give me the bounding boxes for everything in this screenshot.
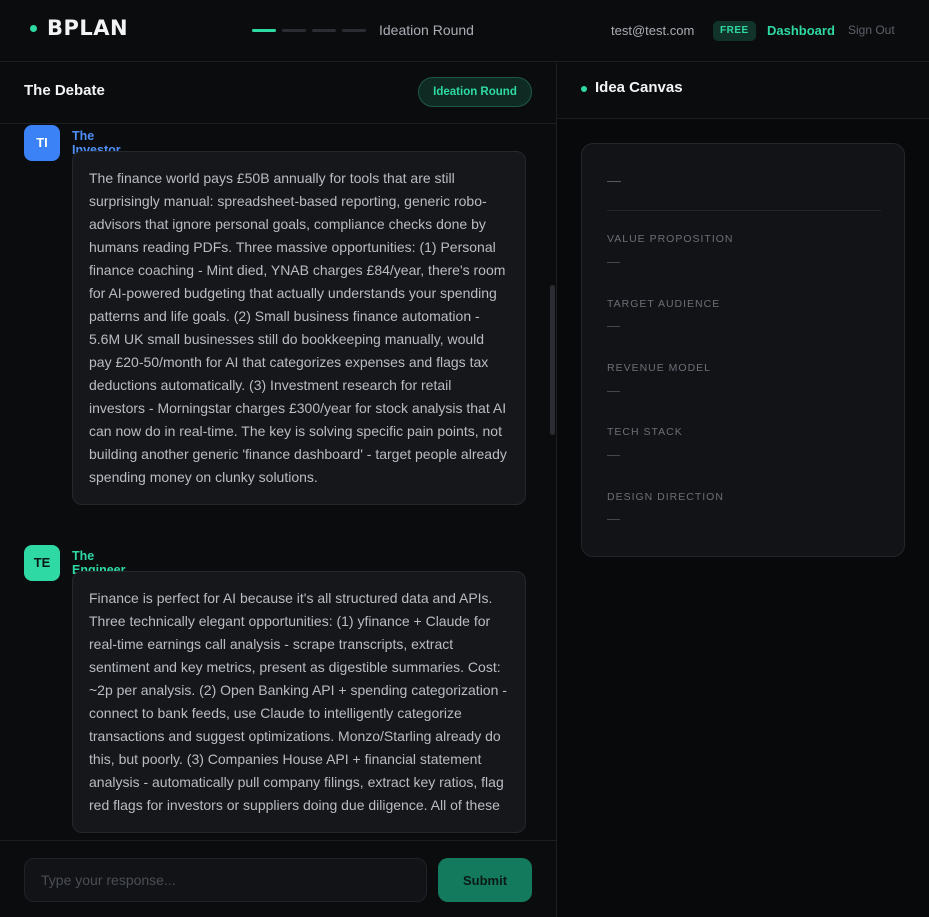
idea-title: — (607, 172, 621, 188)
dashboard-link[interactable]: Dashboard (767, 23, 835, 38)
idea-canvas-panel: Idea Canvas — VALUE PROPOSITION — TARGET… (557, 63, 929, 917)
sign-out-link[interactable]: Sign Out (848, 23, 895, 37)
field-label-target-audience: TARGET AUDIENCE (607, 298, 721, 310)
divider (607, 210, 881, 211)
field-label-tech-stack: TECH STACK (607, 426, 683, 438)
message-list[interactable]: TI The Investor The finance world pays £… (0, 125, 556, 839)
field-label-value-proposition: VALUE PROPOSITION (607, 233, 734, 245)
canvas-title: Idea Canvas (595, 79, 683, 96)
top-bar: BPLAN Ideation Round test@test.com FREE … (0, 0, 929, 62)
field-value-revenue-model: — (607, 383, 620, 398)
round-progress (252, 29, 366, 32)
field-value-design-direction: — (607, 511, 620, 526)
brand-name: BPLAN (47, 16, 129, 40)
user-email: test@test.com (611, 23, 695, 38)
progress-step (312, 29, 336, 32)
scrollbar-thumb[interactable] (550, 285, 555, 435)
field-value-target-audience: — (607, 318, 620, 333)
round-badge: Ideation Round (418, 77, 532, 107)
progress-step (252, 29, 276, 32)
debate-header: The Debate Ideation Round (0, 63, 556, 124)
progress-step (342, 29, 366, 32)
composer: Submit (0, 840, 556, 917)
round-label: Ideation Round (379, 22, 474, 38)
idea-card: — VALUE PROPOSITION — TARGET AUDIENCE — … (581, 143, 905, 557)
debate-panel: The Debate Ideation Round TI The Investo… (0, 63, 557, 917)
field-value-tech-stack: — (607, 447, 620, 462)
progress-step (282, 29, 306, 32)
submit-button[interactable]: Submit (438, 858, 532, 902)
message-bubble: The finance world pays £50B annually for… (72, 151, 526, 505)
message-bubble: Finance is perfect for AI because it's a… (72, 571, 526, 833)
avatar-investor: TI (24, 125, 60, 161)
plan-badge: FREE (713, 21, 756, 41)
field-label-revenue-model: REVENUE MODEL (607, 362, 712, 374)
field-value-value-proposition: — (607, 254, 620, 269)
canvas-dot-icon (581, 86, 587, 92)
debate-title: The Debate (24, 82, 105, 99)
brand-dot-icon (30, 24, 37, 32)
avatar-engineer: TE (24, 545, 60, 581)
field-label-design-direction: DESIGN DIRECTION (607, 491, 724, 503)
canvas-header: Idea Canvas (557, 63, 929, 119)
brand[interactable]: BPLAN (30, 16, 128, 40)
response-input[interactable] (24, 858, 427, 902)
